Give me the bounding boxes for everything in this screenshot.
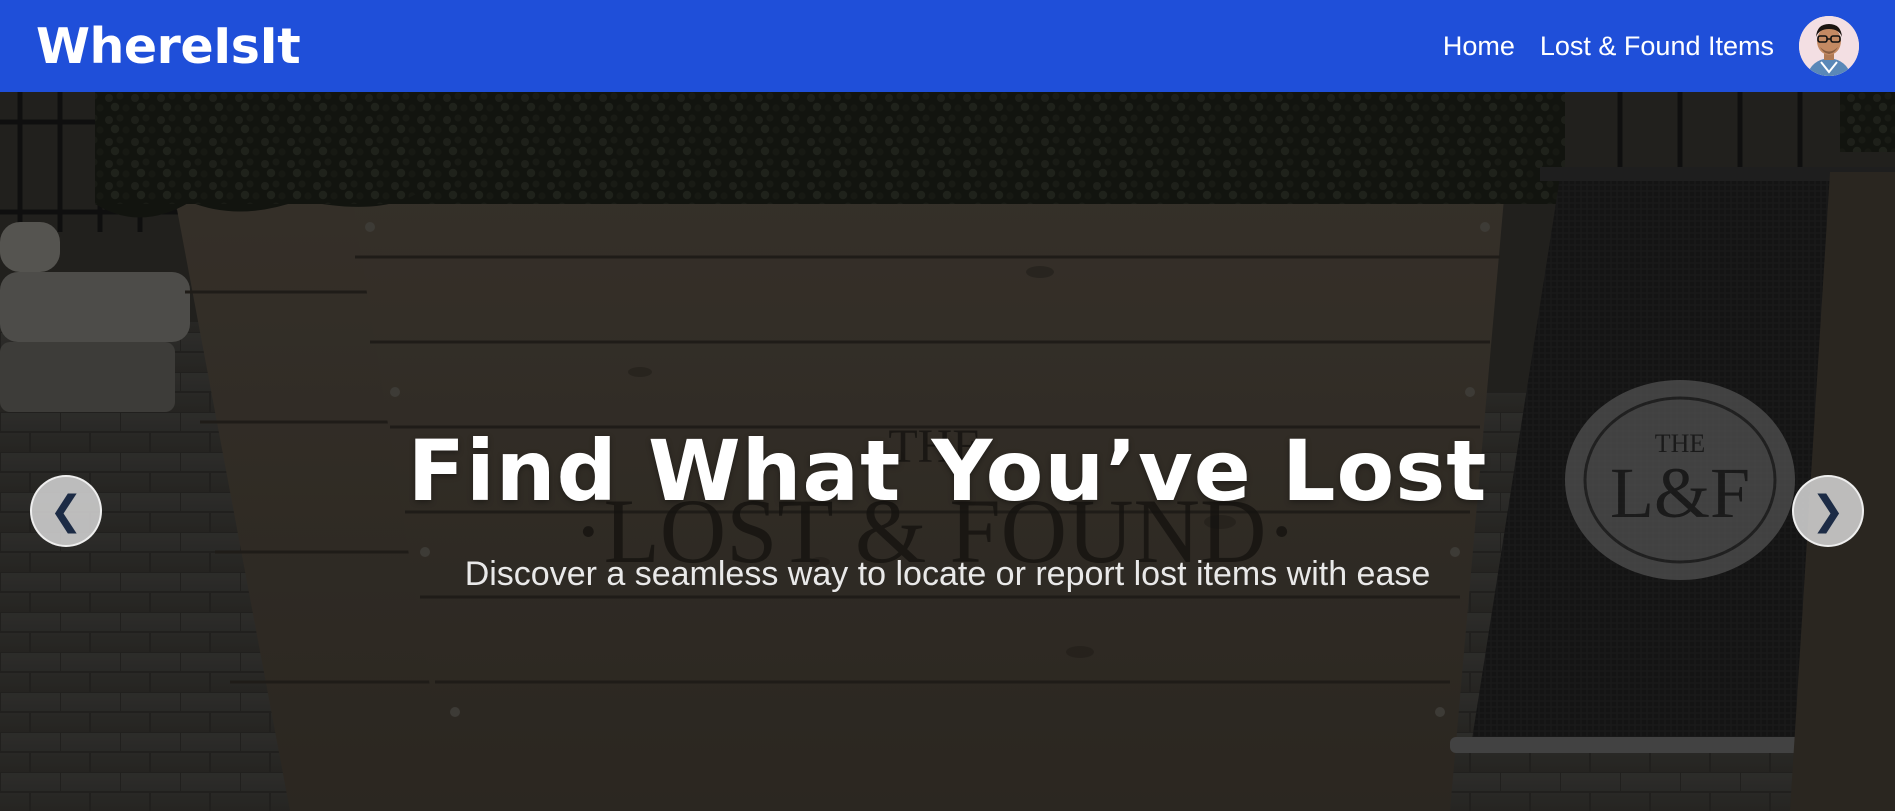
chevron-right-icon: ❯	[1811, 488, 1845, 534]
carousel-prev-button[interactable]: ❮	[30, 475, 102, 547]
chevron-left-icon: ❮	[49, 488, 83, 534]
nav-link-lost-found-items[interactable]: Lost & Found Items	[1540, 31, 1774, 62]
nav-links: Home Lost & Found Items	[1418, 16, 1859, 76]
nav-link-home[interactable]: Home	[1443, 31, 1515, 62]
hero-carousel: THE ·LOST & FOUND· THE L&F Find What You…	[0, 92, 1895, 811]
navbar: WhereIsIt Home Lost & Found Items	[0, 0, 1895, 92]
user-avatar[interactable]	[1799, 16, 1859, 76]
carousel-next-button[interactable]: ❯	[1792, 475, 1864, 547]
brand-logo[interactable]: WhereIsIt	[36, 18, 301, 75]
hero-subtitle: Discover a seamless way to locate or rep…	[464, 555, 1431, 593]
avatar-icon	[1799, 16, 1859, 76]
hero-title: Find What You’ve Lost	[407, 422, 1488, 520]
